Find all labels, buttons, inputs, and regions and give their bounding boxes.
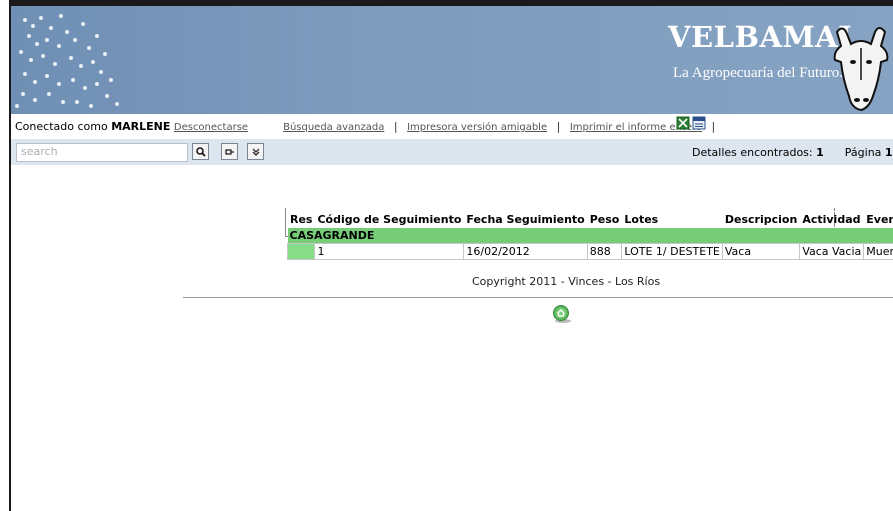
cow-head-logo [833,27,889,112]
user-name: MARLENE [111,120,171,133]
table-row[interactable]: 1 16/02/2012 888 LOTE 1/ DESTETE Vaca Va… [286,243,893,260]
cell-descripcion: Vaca [721,243,801,260]
page-label: Página [844,146,882,159]
search-input[interactable]: search [16,143,188,162]
col-header-peso[interactable]: Peso [586,211,623,228]
cell-actividad: Vaca Vacia [799,243,865,260]
separator: | [711,120,716,133]
page-value: 1 / 1 [884,146,893,159]
cell-evento: Muerte [863,243,893,260]
col-header-fecha[interactable]: Fecha Seguimiento [463,211,588,228]
separator: | [393,120,398,133]
header-banner: VELBAMAL La Agropecuaría del Futuro. [11,6,893,114]
col-header-res[interactable]: Res [286,211,316,228]
printer-friendly-link[interactable]: Impresora versión amigable [407,122,547,133]
col-header-lotes[interactable]: Lotes [621,211,723,228]
magnifier-icon [195,146,206,157]
cell-lotes: LOTE 1/ DESTETE [621,243,723,260]
footer-divider [183,297,893,298]
cell-fecha: 16/02/2012 [463,243,588,260]
col-header-evento[interactable]: Evento [863,211,893,228]
cell-codigo: 1 [314,243,465,260]
records-info: Detalles encontrados: 1 Página 1 / 1 [692,146,893,159]
res-cell [286,243,316,260]
word-export-icon[interactable] [692,116,706,130]
col-header-codigo[interactable]: Código de Seguimiento [314,211,465,228]
col-header-actividad[interactable]: Actividad [799,211,865,228]
details-label: Detalles encontrados: [692,146,813,159]
group-label: CASAGRANDE [287,227,893,244]
details-count: 1 [816,146,824,159]
advanced-search-link[interactable]: Búsqueda avanzada [283,122,384,133]
brand-tagline: La Agropecuaría del Futuro. [673,65,843,81]
show-all-button[interactable] [221,143,238,160]
export-icons [675,115,709,134]
double-chevron-down-icon [252,148,259,156]
expand-search-button[interactable] [247,143,264,160]
search-button[interactable] [192,143,209,160]
separator: | [556,120,561,133]
group-row: CASAGRANDE [287,227,893,244]
top-links-bar: Conectado como MARLENE Desconectarse Bús… [15,120,721,133]
results-table: Res Código de Seguimiento Fecha Seguimie… [286,211,893,260]
home-icon[interactable] [552,304,572,324]
excel-export-icon[interactable] [676,116,690,130]
table-header-row: Res Código de Seguimiento Fecha Seguimie… [286,211,893,228]
connected-label: Conectado como [15,120,108,133]
dot-pattern-logo [15,14,119,108]
col-header-descripcion[interactable]: Descripcion [721,211,801,228]
copyright-text: Copyright 2011 - Vinces - Los Ríos [472,275,661,288]
cell-peso: 888 [586,243,623,260]
logout-link[interactable]: Desconectarse [174,122,248,133]
show-all-icon [224,148,234,155]
